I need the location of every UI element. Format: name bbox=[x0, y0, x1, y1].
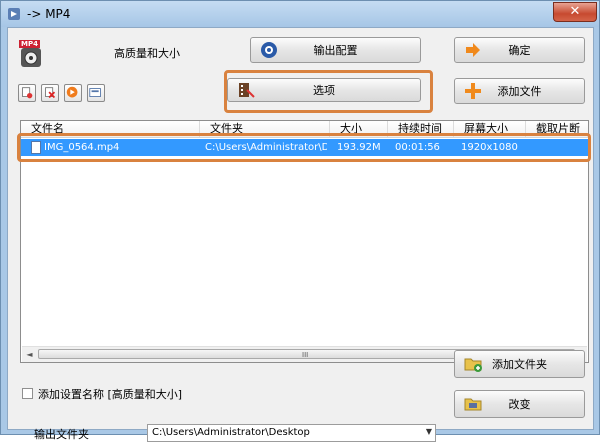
grip-icon: III bbox=[302, 351, 309, 359]
output-folder-label: 输出文件夹 bbox=[34, 428, 89, 441]
change-label: 改变 bbox=[508, 398, 531, 411]
info-button[interactable] bbox=[87, 84, 105, 102]
add-preset-name-checkbox[interactable] bbox=[22, 388, 33, 399]
app-icon bbox=[8, 8, 20, 20]
remove-file-button[interactable] bbox=[18, 84, 36, 102]
scroll-left-icon[interactable]: ◄ bbox=[24, 349, 35, 360]
play-button[interactable] bbox=[64, 84, 82, 102]
ok-button[interactable]: 确定 bbox=[454, 37, 585, 63]
ok-label: 确定 bbox=[508, 44, 531, 57]
output-config-label: 输出配置 bbox=[313, 44, 358, 57]
add-folder-label: 添加文件夹 bbox=[492, 358, 547, 371]
media-info-icon bbox=[89, 88, 101, 97]
main-panel: MP4 高质量和大小 输出配置 确定 选项 添加文件 文件名 文件夹 大小 持续… bbox=[7, 27, 594, 442]
add-preset-name-label: 添加设置名称 [高质量和大小] bbox=[38, 388, 183, 401]
close-icon: ✕ bbox=[569, 4, 581, 19]
options-highlight-frame bbox=[224, 70, 433, 113]
title-bar[interactable]: -> MP4 ✕ bbox=[1, 1, 599, 27]
output-config-button[interactable]: 输出配置 bbox=[250, 37, 421, 63]
delete-x-icon bbox=[45, 87, 56, 99]
add-folder-button[interactable]: 添加文件夹 bbox=[454, 350, 585, 378]
add-file-label: 添加文件 bbox=[497, 85, 542, 98]
change-button[interactable]: 改变 bbox=[454, 390, 585, 418]
row-highlight-frame bbox=[17, 133, 591, 162]
add-file-button[interactable]: 添加文件 bbox=[454, 78, 585, 104]
close-button[interactable]: ✕ bbox=[553, 2, 597, 22]
app-window: -> MP4 ✕ MP4 高质量和大小 输出配置 确定 选项 添加文件 文件名 … bbox=[0, 0, 600, 442]
output-folder-select[interactable]: C:\Users\Administrator\Desktop ▼ bbox=[147, 424, 436, 442]
play-icon bbox=[66, 86, 78, 98]
remove-icon bbox=[22, 87, 33, 99]
preset-label: 高质量和大小 bbox=[114, 47, 180, 60]
clear-list-button[interactable] bbox=[41, 84, 59, 102]
mp4-badge: MP4 bbox=[19, 40, 40, 48]
window-title: -> MP4 bbox=[27, 7, 71, 21]
output-folder-value: C:\Users\Administrator\Desktop bbox=[152, 427, 310, 438]
